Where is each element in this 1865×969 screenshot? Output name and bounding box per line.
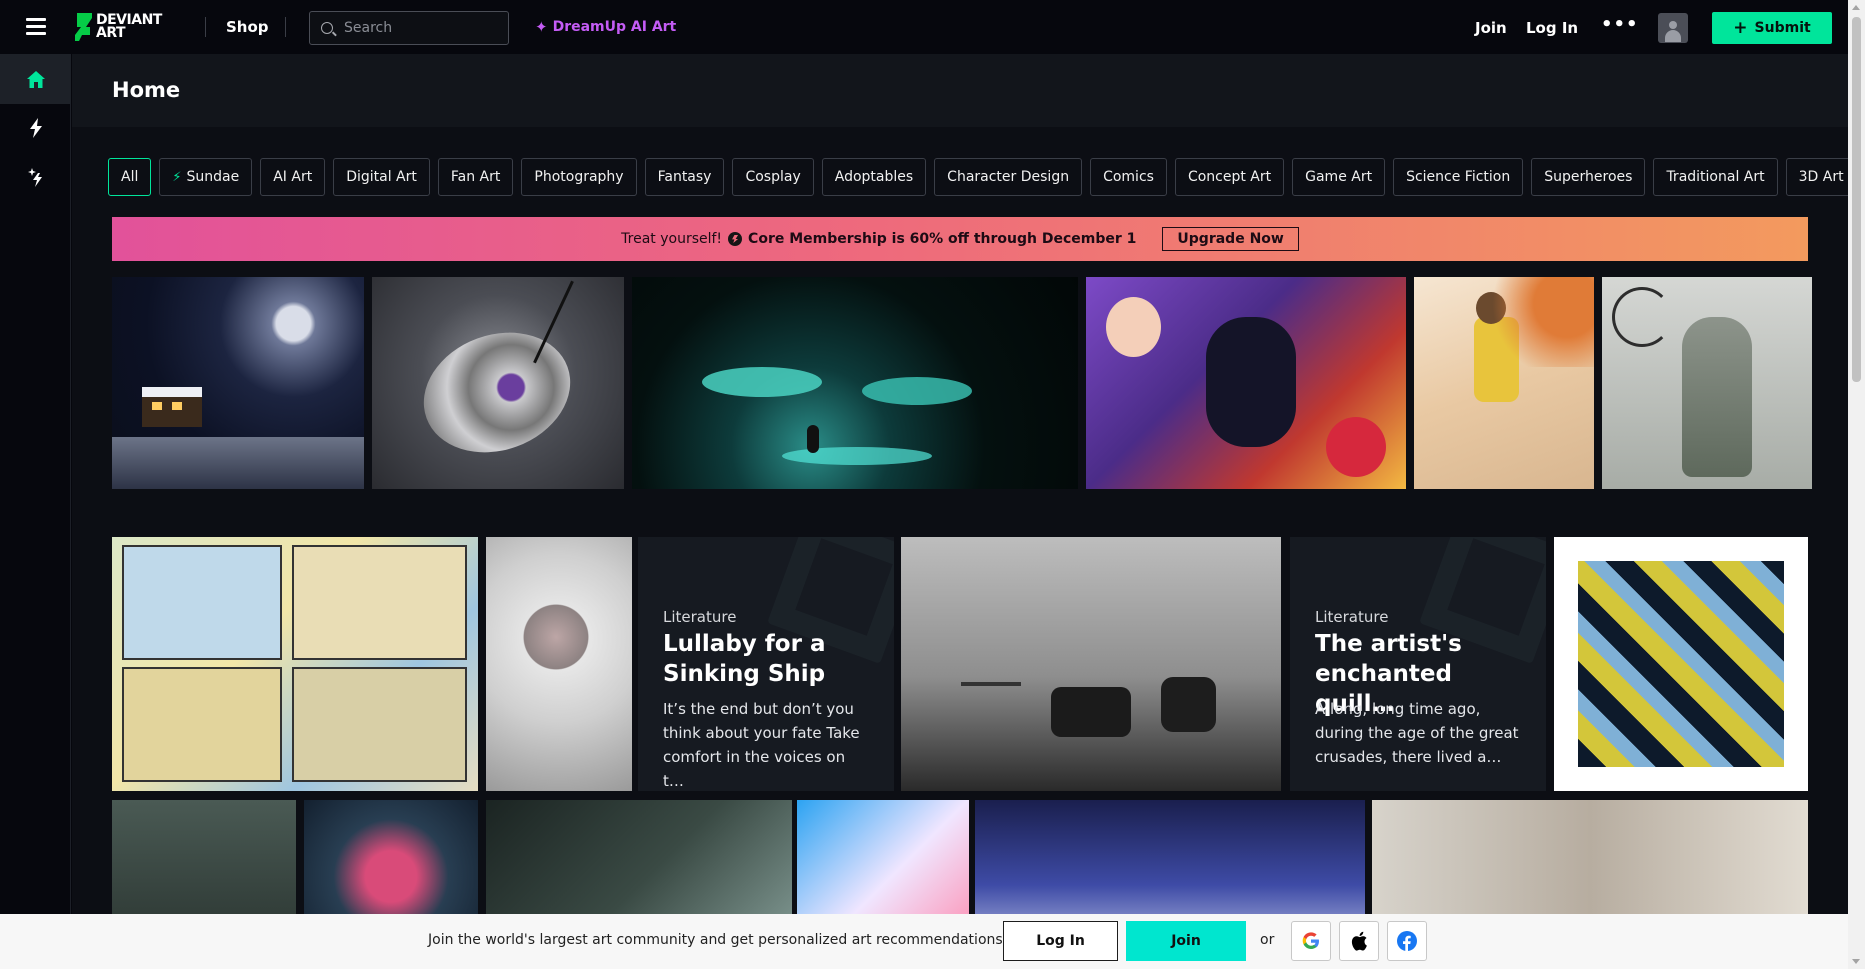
artwork-thumbnail[interactable] xyxy=(1554,537,1808,791)
join-banner: Join the world's largest art community a… xyxy=(0,914,1848,969)
login-link[interactable]: Log In xyxy=(1526,19,1578,37)
bolt-icon: ⚡ xyxy=(172,169,182,185)
facebook-signin-button[interactable] xyxy=(1387,921,1427,961)
divider xyxy=(285,17,286,37)
scrollbar[interactable] xyxy=(1848,0,1865,969)
chip-photography[interactable]: Photography xyxy=(521,158,637,196)
or-label: or xyxy=(1260,932,1275,948)
plus-icon: + xyxy=(1733,18,1748,38)
chip-concept-art[interactable]: Concept Art xyxy=(1174,158,1285,196)
join-link[interactable]: Join xyxy=(1475,19,1507,37)
scroll-down-icon[interactable] xyxy=(1852,959,1860,964)
artwork-thumbnail[interactable] xyxy=(901,537,1281,791)
literature-card[interactable]: Literature The artist's enchanted quill…… xyxy=(1290,537,1546,791)
chip-digital-art[interactable]: Digital Art xyxy=(333,158,430,196)
upgrade-now-button[interactable]: Upgrade Now xyxy=(1162,227,1299,251)
apple-signin-button[interactable] xyxy=(1339,921,1379,961)
artwork-thumbnail[interactable] xyxy=(486,537,632,791)
divider xyxy=(205,17,206,37)
dreamup-icon xyxy=(27,168,42,187)
literature-category: Literature xyxy=(663,608,737,626)
apple-icon xyxy=(1351,931,1367,951)
literature-title[interactable]: Lullaby for a Sinking Ship xyxy=(663,629,863,689)
chip-science-fiction[interactable]: Science Fiction xyxy=(1393,158,1524,196)
rail-dreamup[interactable] xyxy=(0,152,71,202)
artwork-thumbnail[interactable] xyxy=(1414,277,1594,489)
chip-sundae[interactable]: ⚡ Sundae xyxy=(159,158,253,196)
chip-all[interactable]: All xyxy=(108,158,152,196)
artwork-thumbnail[interactable] xyxy=(372,277,624,489)
scrollbar-thumb[interactable] xyxy=(1852,17,1861,382)
chip-cosplay[interactable]: Cosplay xyxy=(732,158,814,196)
more-options-icon[interactable]: ••• xyxy=(1601,14,1639,35)
page-header: Home xyxy=(72,54,1848,127)
search-input[interactable]: Search xyxy=(309,11,509,45)
artwork-thumbnail[interactable] xyxy=(1602,277,1812,489)
shop-link[interactable]: Shop xyxy=(226,18,269,36)
page-title: Home xyxy=(112,78,181,102)
artwork-thumbnail[interactable] xyxy=(1086,277,1406,489)
rail-home[interactable] xyxy=(0,54,71,104)
bolt-icon xyxy=(29,118,42,138)
main-content: Home All ⚡ Sundae AI Art Digital Art Fan … xyxy=(72,54,1857,969)
rail-sundae[interactable] xyxy=(0,103,71,153)
promo-deal: Core Membership is 60% off through Decem… xyxy=(748,231,1137,247)
literature-excerpt: It’s the end but don’t you think about y… xyxy=(663,700,860,790)
chip-traditional-art[interactable]: Traditional Art xyxy=(1653,158,1778,196)
top-bar: DEVIANT ART Shop Search ✦ DreamUp AI Art… xyxy=(0,0,1848,54)
artwork-thumbnail[interactable] xyxy=(632,277,1078,489)
promo-banner[interactable]: Treat yourself! Core Membership is 60% o… xyxy=(112,217,1808,261)
join-button[interactable]: Join xyxy=(1126,921,1246,961)
sparkle-icon: ✦ xyxy=(535,18,548,36)
artwork-thumbnail[interactable] xyxy=(112,537,478,791)
chip-character-design[interactable]: Character Design xyxy=(934,158,1083,196)
left-rail xyxy=(0,54,71,969)
home-icon xyxy=(26,70,45,88)
login-button[interactable]: Log In xyxy=(1003,921,1118,961)
chip-fan-art[interactable]: Fan Art xyxy=(437,158,514,196)
category-chips: All ⚡ Sundae AI Art Digital Art Fan Art P… xyxy=(108,158,1865,196)
chip-ai-art[interactable]: AI Art xyxy=(260,158,326,196)
google-icon xyxy=(1302,932,1319,949)
chip-game-art[interactable]: Game Art xyxy=(1292,158,1386,196)
dreamup-link[interactable]: ✦ DreamUp AI Art xyxy=(535,18,676,36)
chip-fantasy[interactable]: Fantasy xyxy=(644,158,725,196)
literature-category: Literature xyxy=(1315,608,1389,626)
promo-treat: Treat yourself! xyxy=(621,231,723,247)
join-message: Join the world's largest art community a… xyxy=(428,932,1008,948)
google-signin-button[interactable] xyxy=(1291,921,1331,961)
search-placeholder: Search xyxy=(344,20,393,36)
artwork-thumbnail[interactable] xyxy=(112,277,364,489)
chip-3d-art[interactable]: 3D Art xyxy=(1785,158,1857,196)
scroll-up-icon[interactable] xyxy=(1852,5,1860,10)
chip-comics[interactable]: Comics xyxy=(1090,158,1167,196)
core-coin-icon xyxy=(728,232,743,246)
literature-card[interactable]: Literature Lullaby for a Sinking Ship It… xyxy=(638,537,894,791)
facebook-icon xyxy=(1397,931,1417,951)
literature-excerpt: A long, long time ago, during the age of… xyxy=(1315,700,1519,766)
avatar[interactable] xyxy=(1658,13,1688,43)
deviantart-logo[interactable]: DEVIANT ART xyxy=(75,12,162,42)
dreamup-label: DreamUp AI Art xyxy=(552,19,677,35)
chip-adoptables[interactable]: Adoptables xyxy=(821,158,927,196)
logo-line2: ART xyxy=(96,25,126,41)
submit-label: Submit xyxy=(1754,20,1811,36)
chip-superheroes[interactable]: Superheroes xyxy=(1531,158,1646,196)
search-icon xyxy=(321,22,333,34)
menu-icon[interactable] xyxy=(26,18,46,35)
logo-mark-icon xyxy=(75,13,93,41)
submit-button[interactable]: + Submit xyxy=(1712,12,1832,44)
